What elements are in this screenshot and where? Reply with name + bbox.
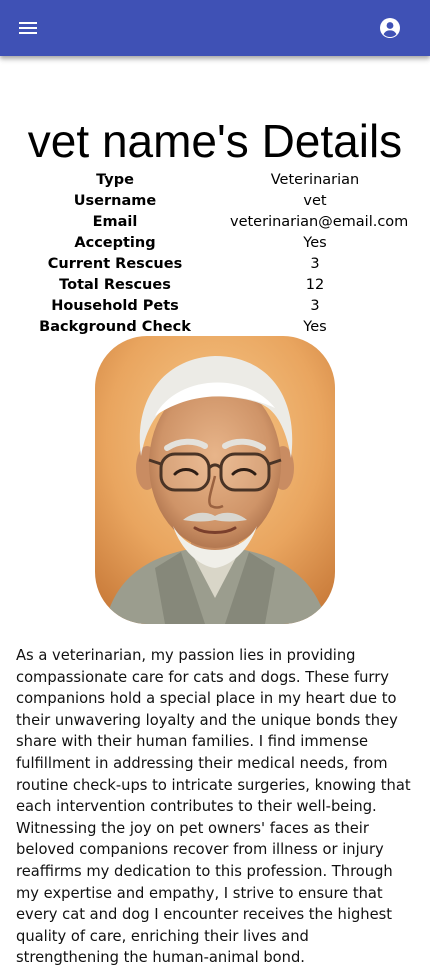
account-button[interactable] [370,8,410,48]
detail-value: 12 [305,277,325,293]
detail-row-accepting: Accepting Yes [0,233,430,254]
detail-value: Yes [303,319,327,335]
detail-value: vet [303,193,327,209]
detail-row-username: Username vet [0,191,430,212]
detail-value: 3 [310,256,320,272]
detail-row-email: Email veterinarian@email.com [0,212,430,233]
page-title: vet name's Details [27,115,403,167]
detail-label: Current Rescues [47,256,183,272]
detail-row-total-rescues: Total Rescues 12 [0,275,430,296]
detail-value: Veterinarian [270,172,360,188]
account-circle-icon [380,18,400,38]
hamburger-menu-icon [19,22,37,34]
detail-row-type: Type Veterinarian [0,170,430,191]
detail-label: Household Pets [51,298,179,314]
detail-row-background-check: Background Check Yes [0,317,430,338]
detail-value: Yes [303,235,327,251]
menu-button[interactable] [8,8,48,48]
detail-value: veterinarian@email.com [230,214,409,230]
app-bar [0,0,430,56]
detail-label: Total Rescues [59,277,171,293]
bio-text: As a veterinarian, my passion lies in pr… [16,647,411,967]
detail-value: 3 [310,298,320,314]
detail-label: Type [96,172,134,188]
detail-label: Email [92,214,138,230]
profile-photo [95,336,335,624]
portrait-illustration [95,336,335,624]
detail-row-current-rescues: Current Rescues 3 [0,254,430,275]
details-table: Type Veterinarian Username vet Email vet… [0,170,430,338]
detail-label: Username [73,193,157,209]
detail-row-household-pets: Household Pets 3 [0,296,430,317]
detail-label: Background Check [39,319,191,335]
detail-label: Accepting [74,235,156,251]
